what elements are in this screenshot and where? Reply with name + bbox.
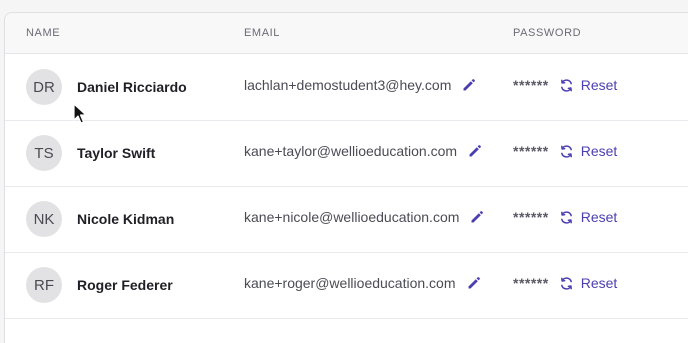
pencil-icon[interactable] xyxy=(466,275,482,291)
reset-label: Reset xyxy=(580,209,618,225)
email-cell: kane+nicole@wellioeducation.com xyxy=(244,209,485,225)
password-cell: ****** Reset xyxy=(513,209,617,225)
pencil-icon[interactable] xyxy=(461,77,477,93)
pencil-icon[interactable] xyxy=(467,143,483,159)
password-mask: ****** xyxy=(513,77,549,93)
avatar: RF xyxy=(26,267,62,303)
password-cell: ****** Reset xyxy=(513,77,617,93)
email-cell: kane+roger@wellioeducation.com xyxy=(244,275,482,291)
students-table: NAME EMAIL PASSWORD DR Daniel Ricciardo … xyxy=(4,12,688,343)
table-row: RF Roger Federer kane+roger@wellioeducat… xyxy=(5,252,688,319)
reset-password-button[interactable]: Reset xyxy=(559,209,618,225)
column-header-name: NAME xyxy=(26,27,61,39)
student-email: kane+nicole@wellioeducation.com xyxy=(244,209,460,225)
student-name: Taylor Swift xyxy=(77,145,156,161)
table-row: DR Daniel Ricciardo lachlan+demostudent3… xyxy=(5,54,688,121)
password-cell: ****** Reset xyxy=(513,143,617,159)
student-name: Roger Federer xyxy=(77,277,173,293)
student-name: Daniel Ricciardo xyxy=(77,79,187,95)
column-header-email: EMAIL xyxy=(244,27,281,39)
reset-label: Reset xyxy=(580,143,618,159)
reset-label: Reset xyxy=(580,77,618,93)
student-email: lachlan+demostudent3@hey.com xyxy=(244,77,452,93)
column-header-password: PASSWORD xyxy=(513,27,582,39)
student-email: kane+roger@wellioeducation.com xyxy=(244,275,456,291)
password-mask: ****** xyxy=(513,275,549,291)
pencil-icon[interactable] xyxy=(469,209,485,225)
email-cell: kane+taylor@wellioeducation.com xyxy=(244,143,483,159)
avatar: TS xyxy=(26,135,62,171)
reset-label: Reset xyxy=(580,275,618,291)
password-cell: ****** Reset xyxy=(513,275,617,291)
avatar: DR xyxy=(26,69,62,105)
avatar: NK xyxy=(26,201,62,237)
refresh-icon xyxy=(559,276,574,291)
table-row: NK Nicole Kidman kane+nicole@wellioeduca… xyxy=(5,186,688,253)
password-mask: ****** xyxy=(513,143,549,159)
email-cell: lachlan+demostudent3@hey.com xyxy=(244,77,477,93)
refresh-icon xyxy=(559,210,574,225)
password-mask: ****** xyxy=(513,209,549,225)
refresh-icon xyxy=(559,144,574,159)
reset-password-button[interactable]: Reset xyxy=(559,143,618,159)
reset-password-button[interactable]: Reset xyxy=(559,275,618,291)
table-header: NAME EMAIL PASSWORD xyxy=(5,13,688,54)
student-name: Nicole Kidman xyxy=(77,211,175,227)
refresh-icon xyxy=(559,78,574,93)
table-row: TS Taylor Swift kane+taylor@wellioeducat… xyxy=(5,120,688,187)
student-email: kane+taylor@wellioeducation.com xyxy=(244,143,458,159)
reset-password-button[interactable]: Reset xyxy=(559,77,618,93)
